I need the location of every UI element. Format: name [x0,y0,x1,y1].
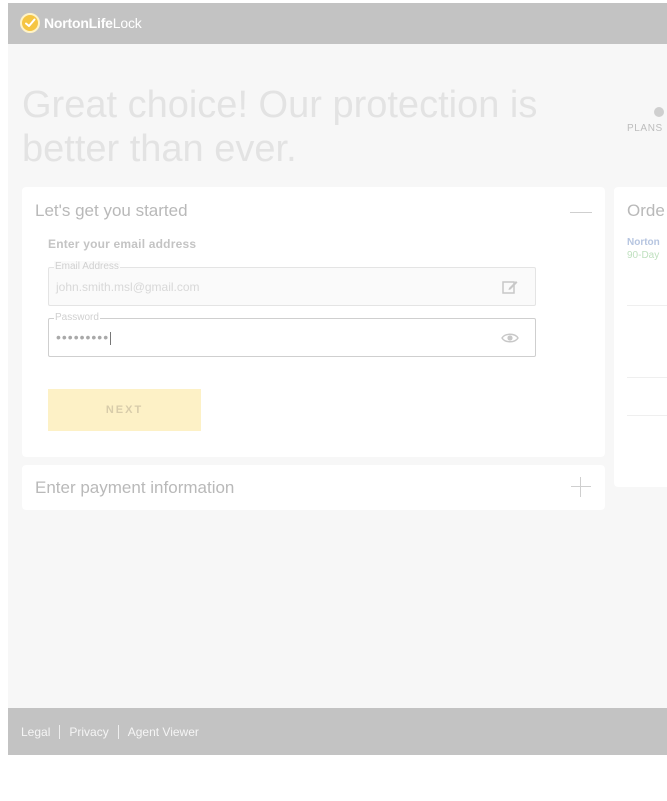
footer-links: Legal Privacy Agent Viewer [21,725,199,739]
footer-link-legal[interactable]: Legal [21,725,50,739]
order-divider [627,415,667,416]
page-headline: Great choice! Our protection is better t… [22,84,538,170]
brand-logo[interactable]: NortonLifeLock [20,11,142,35]
password-mask: ••••••••• [56,329,110,345]
collapse-icon[interactable] [570,212,592,213]
password-field[interactable]: Password ••••••••• [48,312,536,357]
brand-name-suffix: Lock [112,15,142,31]
expand-icon[interactable] [571,477,591,497]
step-dot-icon [654,107,664,117]
text-caret [110,331,112,345]
next-button[interactable]: NEXT [48,389,201,431]
account-section: Let's get you started Enter your email a… [22,187,605,457]
footer: Legal Privacy Agent Viewer [8,708,667,755]
footer-divider [59,725,61,739]
email-field-label: Email Address [54,261,120,273]
payment-section-title: Enter payment information [35,478,235,497]
order-divider [627,305,667,306]
footer-link-privacy[interactable]: Privacy [69,725,108,739]
section-title: Let's get you started [35,201,188,220]
brand-name: NortonLifeLock [44,15,142,31]
footer-link-agent-viewer[interactable]: Agent Viewer [128,725,199,739]
step-label: PLANS [627,123,663,134]
password-field-label: Password [54,312,100,324]
order-trial-label: 90-Day [627,250,660,261]
password-field-value[interactable]: ••••••••• [56,329,112,345]
top-bar: NortonLifeLock [8,3,667,44]
email-prompt: Enter your email address [48,237,197,251]
footer-divider [117,725,119,739]
order-summary-title: Orde [627,201,665,220]
checkmark-circle-icon [20,13,40,33]
order-product-name: Norton [627,237,660,248]
brand-name-main: NortonLife [44,15,113,31]
edit-icon[interactable] [501,278,519,296]
order-divider [627,377,667,378]
email-field-value[interactable]: john.smith.msl@gmail.com [56,280,200,294]
eye-icon[interactable] [501,329,519,347]
checkout-page: NortonLifeLock Great choice! Our protect… [8,3,667,755]
email-field[interactable]: Email Address john.smith.msl@gmail.com [48,261,536,306]
payment-section[interactable]: Enter payment information [22,465,605,510]
order-summary: Orde Norton 90-Day [614,187,667,487]
